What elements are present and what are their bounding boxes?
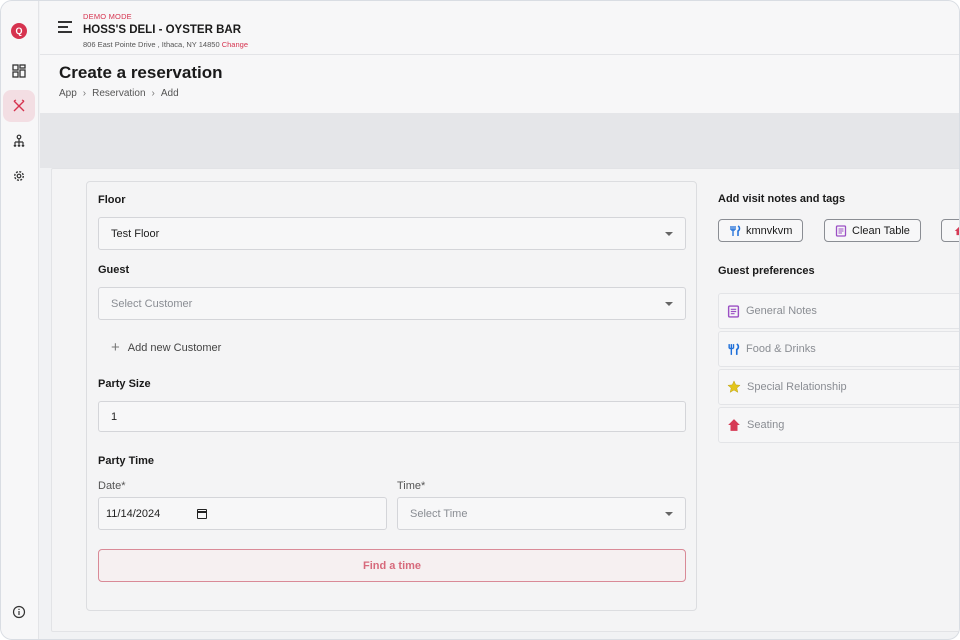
pref-general-notes[interactable]: General Notes	[718, 293, 959, 329]
sidebar-item-settings[interactable]	[3, 160, 35, 192]
house-icon	[728, 419, 740, 431]
app-window: Q DEMO MODE HOSS'S DELI - OYSTER BAR 806…	[0, 0, 960, 640]
breadcrumb: App › Reservation › Add	[59, 88, 179, 99]
sidebar-item-dashboard[interactable]	[3, 55, 35, 87]
chevron-right-icon: ›	[151, 88, 155, 99]
date-label: Date*	[98, 480, 126, 492]
guest-label: Guest	[98, 264, 130, 276]
party-size-label: Party Size	[98, 378, 151, 390]
tag-label: kmnvkvm	[746, 224, 793, 237]
page-header: Create a reservation App › Reservation ›…	[40, 55, 959, 113]
party-size-input[interactable]: 1	[98, 401, 686, 432]
notes-icon	[835, 224, 847, 237]
header-band	[40, 113, 959, 168]
date-input-value: 11/14/2024	[106, 507, 161, 520]
floor-select[interactable]: Test Floor	[98, 217, 686, 250]
restaurant-address: 806 East Pointe Drive , Ithaca, NY 14850	[83, 40, 220, 49]
add-new-customer-button[interactable]: + Add new Customer	[111, 340, 221, 355]
floor-label: Floor	[98, 194, 126, 206]
dropdown-arrow-icon	[665, 512, 673, 516]
tag-clean-table[interactable]: Clean Table	[824, 219, 921, 242]
calendar-icon[interactable]	[197, 509, 207, 519]
org-chart-icon	[13, 134, 25, 147]
house-icon	[954, 226, 959, 235]
sidebar-item-organization[interactable]	[3, 125, 35, 157]
fork-knife-icon	[730, 224, 741, 236]
reservation-content: Floor Test Floor Guest Select Customer +…	[51, 168, 959, 632]
dashboard-icon	[12, 64, 26, 78]
sidebar-item-reservations[interactable]	[3, 90, 35, 122]
top-header: DEMO MODE HOSS'S DELI - OYSTER BAR 806 E…	[40, 1, 959, 55]
star-icon	[727, 380, 741, 393]
chevron-right-icon: ›	[82, 88, 87, 99]
pref-special-relationship[interactable]: Special Relationship	[718, 369, 959, 405]
pref-label: Food & Drinks	[746, 343, 816, 355]
breadcrumb-add: Add	[160, 88, 179, 99]
plus-icon: +	[111, 339, 120, 356]
pref-label: General Notes	[746, 305, 817, 317]
menu-toggle-icon[interactable]	[58, 21, 72, 33]
dropdown-arrow-icon	[665, 302, 673, 306]
add-new-customer-label: Add new Customer	[127, 341, 222, 354]
time-label: Time*	[397, 480, 426, 492]
restaurant-address-line: 806 East Pointe Drive , Ithaca, NY 14850…	[83, 40, 248, 49]
gear-icon	[13, 170, 25, 182]
breadcrumb-app[interactable]: App	[59, 88, 77, 99]
time-select[interactable]: Select Time	[397, 497, 686, 530]
guest-preferences-title: Guest preferences	[718, 265, 815, 277]
change-restaurant-link[interactable]: Change	[222, 40, 248, 49]
pref-label: Seating	[747, 419, 785, 431]
pref-food-drinks[interactable]: Food & Drinks	[718, 331, 959, 367]
pref-label: Special Relationship	[747, 381, 847, 393]
visit-notes-title: Add visit notes and tags	[718, 193, 846, 205]
guest-select[interactable]: Select Customer	[98, 287, 686, 320]
dropdown-arrow-icon	[665, 232, 673, 236]
party-time-label: Party Time	[98, 455, 155, 467]
find-a-time-button[interactable]: Find a time	[98, 549, 686, 582]
info-icon	[12, 605, 26, 619]
sidebar-item-info[interactable]	[3, 596, 35, 628]
app-logo-button[interactable]: Q	[3, 15, 35, 47]
tag-label: Clean Table	[852, 224, 910, 237]
restaurant-name: HOSS'S DELI - OYSTER BAR	[83, 24, 242, 36]
utensils-icon	[13, 99, 25, 112]
pref-seating[interactable]: Seating	[718, 407, 959, 443]
guest-select-placeholder: Select Customer	[111, 297, 193, 310]
notes-icon	[727, 304, 740, 318]
floor-select-value: Test Floor	[111, 227, 160, 240]
sidebar-rail: Q	[1, 1, 39, 639]
reservation-form: Floor Test Floor Guest Select Customer +…	[86, 181, 697, 611]
date-input[interactable]: 11/14/2024	[98, 497, 387, 530]
demo-mode-label: DEMO MODE	[83, 12, 132, 21]
app-logo-icon: Q	[11, 23, 27, 39]
party-size-value: 1	[111, 410, 118, 423]
time-select-placeholder: Select Time	[410, 507, 468, 520]
page-title: Create a reservation	[59, 63, 223, 82]
fork-knife-icon	[728, 342, 740, 355]
breadcrumb-reservation[interactable]: Reservation	[92, 88, 145, 99]
tag-kmnvkvm[interactable]: kmnvkvm	[718, 219, 804, 242]
tag-partial[interactable]	[941, 219, 959, 242]
